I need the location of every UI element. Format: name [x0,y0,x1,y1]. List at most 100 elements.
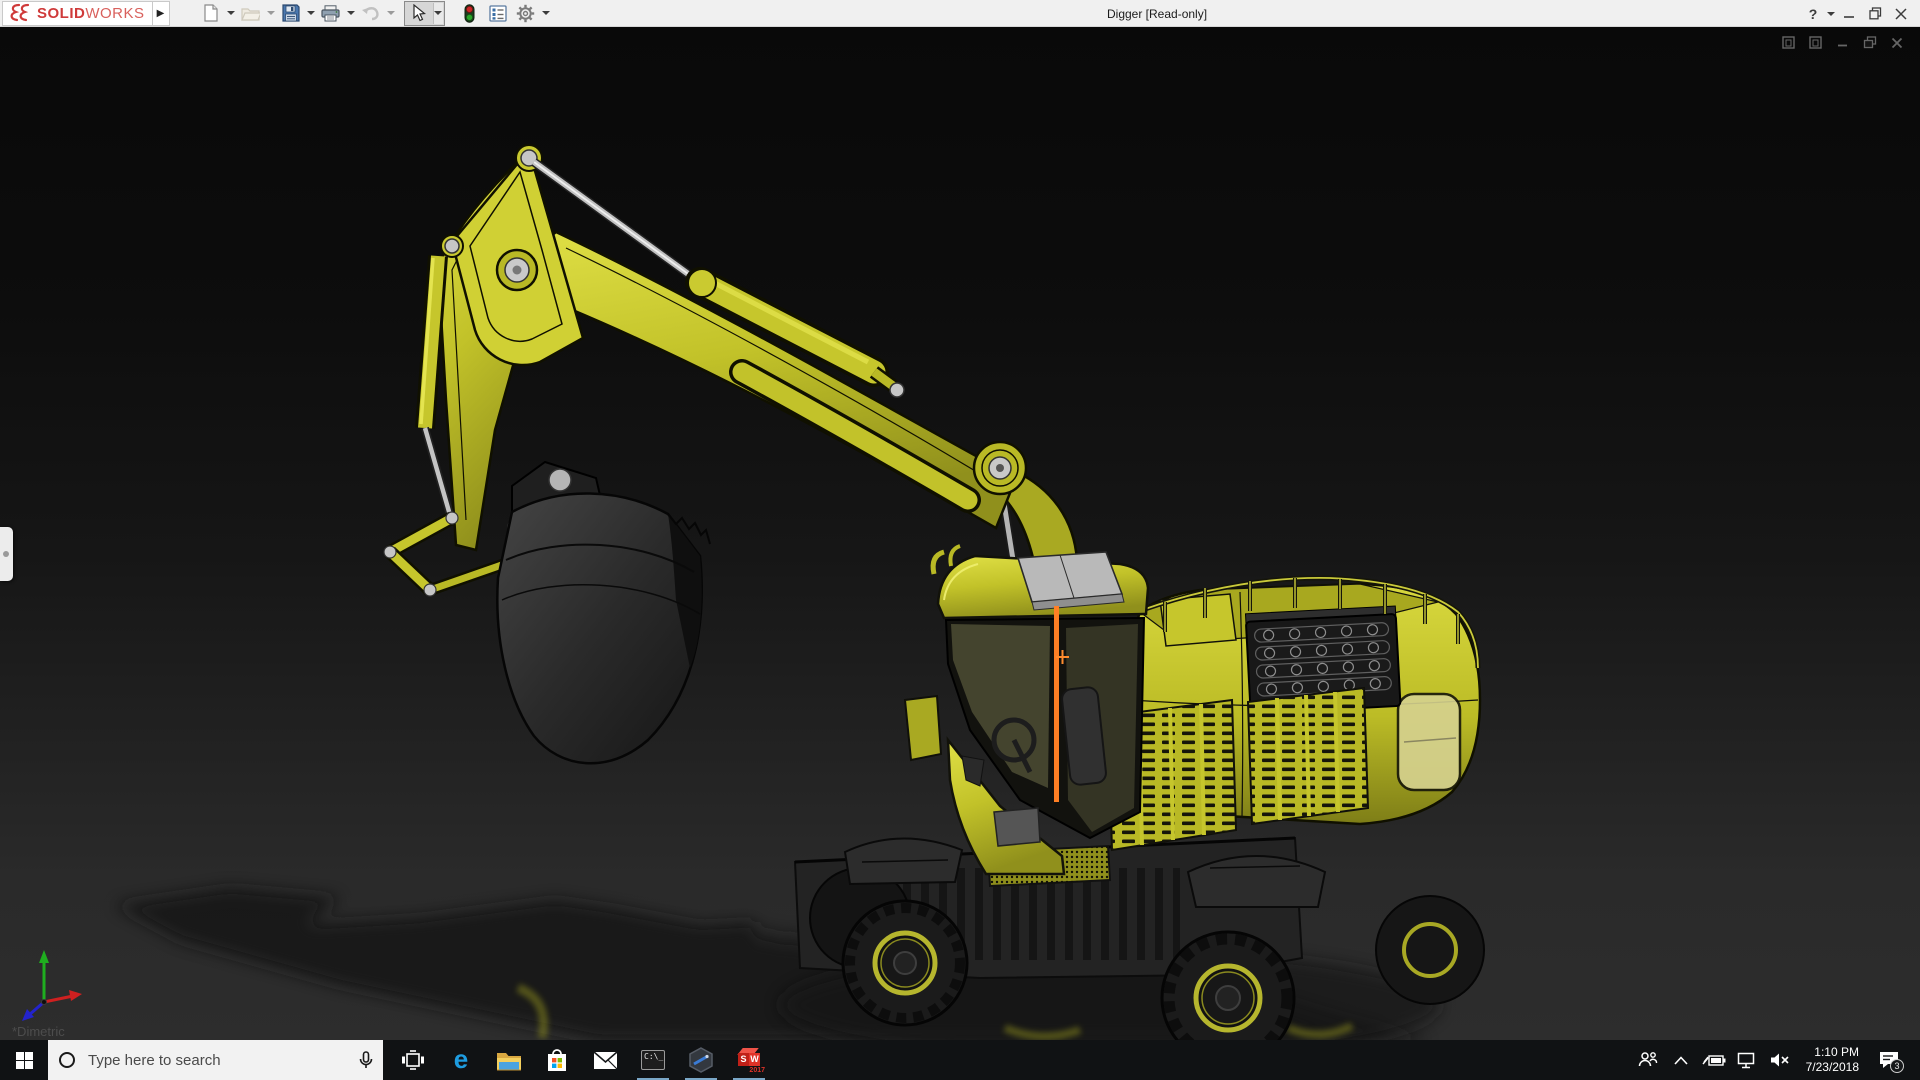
undo-arrow-icon [361,6,380,21]
open-button[interactable] [238,1,264,25]
volume-muted-icon [1770,1052,1790,1068]
volume-status[interactable] [1767,1040,1793,1080]
feature-panel-collapse-tab[interactable] [0,527,13,581]
taskbar: e C: [0,1040,1920,1080]
people-icon [1638,1051,1658,1069]
ds-logo-icon [7,3,37,23]
battery-status[interactable] [1701,1040,1727,1080]
solidworks-logo: SOLIDWORKS [2,1,153,26]
select-tool-group [404,1,445,26]
taskbar-icons: e C: [389,1040,773,1080]
windows-logo-icon [16,1052,33,1069]
edge-icon: e [454,1046,468,1072]
file-properties-icon [489,5,507,22]
action-center-button[interactable]: 3 [1872,1040,1906,1080]
mail-icon [593,1051,618,1070]
cab-step [905,696,941,760]
command-prompt-button[interactable]: C:\_ [629,1040,677,1080]
brand-works: WORKS [85,5,144,22]
cortana-icon [58,1051,76,1069]
model-canvas[interactable] [0,27,1920,1040]
help-button[interactable]: ? [1800,0,1826,27]
selected-edge-highlight[interactable] [1054,606,1059,802]
menu-expand-arrow[interactable]: ▶ [153,1,170,26]
edge-button[interactable]: e [437,1040,485,1080]
window-controls: ? [1800,0,1914,27]
boom-left-pin[interactable] [445,239,459,253]
rebuild-button[interactable] [457,1,483,25]
store-button[interactable] [533,1040,581,1080]
save-dropdown[interactable] [306,1,316,25]
mdi-doc-icon-1[interactable] [1781,35,1796,50]
orientation-triad [22,950,82,1021]
ethernet-icon [1737,1052,1757,1069]
start-button[interactable] [0,1040,48,1080]
search-input[interactable] [86,1051,359,1070]
open-dropdown[interactable] [266,1,276,25]
cab-handle [933,552,944,574]
system-tray: 1:10 PM 7/23/2018 3 [1635,1040,1920,1080]
save-floppy-icon [282,4,300,22]
store-icon [546,1048,568,1072]
view-orientation-label: *Dimetric [12,1024,65,1039]
3d-viewer-icon [688,1047,714,1073]
options-gear-icon [516,4,535,23]
minimize-icon [1843,8,1855,20]
task-view-icon [401,1050,425,1070]
options-button[interactable] [513,1,539,25]
brand-solid: SOLID [37,5,85,22]
battery-charging-icon [1702,1053,1726,1067]
cab[interactable] [905,546,1148,874]
microphone-icon[interactable] [359,1051,373,1070]
close-icon [1895,8,1907,20]
title-bar: SOLIDWORKS ▶ [0,0,1920,27]
open-folder-icon [241,5,260,21]
help-dropdown[interactable] [1826,2,1836,26]
quick-toolbar [198,1,551,26]
minimize-button[interactable] [1836,0,1862,27]
chevron-up-icon [1674,1056,1688,1065]
solidworks-2017-icon: S W 2017 [736,1047,762,1073]
new-document-icon [202,4,219,22]
options-dropdown[interactable] [541,1,551,25]
mdi-doc-icon-2[interactable] [1808,35,1823,50]
restore-icon [1869,7,1882,20]
notification-badge: 3 [1890,1059,1904,1073]
roof-ac-box[interactable] [1018,552,1124,610]
mail-button[interactable] [581,1040,629,1080]
network-status[interactable] [1734,1040,1760,1080]
bucket[interactable] [497,462,710,763]
taskbar-search[interactable] [48,1040,383,1080]
file-properties-button[interactable] [485,1,511,25]
print-button[interactable] [318,1,344,25]
document-title: Digger [Read-only] [1107,7,1207,21]
mdi-window-controls [1781,35,1904,50]
close-button[interactable] [1888,0,1914,27]
task-view-button[interactable] [389,1040,437,1080]
new-document-button[interactable] [198,1,224,25]
3d-viewer-button[interactable] [677,1040,725,1080]
select-tool-button[interactable] [406,1,432,25]
file-explorer-icon [496,1050,522,1071]
wheel-front-left[interactable] [843,901,967,1025]
tray-time: 1:10 PM [1814,1045,1859,1060]
save-button[interactable] [278,1,304,25]
tray-clock[interactable]: 1:10 PM 7/23/2018 [1800,1045,1865,1075]
file-explorer-button[interactable] [485,1040,533,1080]
graphics-viewport[interactable]: *Dimetric [0,27,1920,1040]
solidworks-2017-button[interactable]: S W 2017 [725,1040,773,1080]
undo-dropdown[interactable] [386,1,396,25]
mdi-minimize-icon[interactable] [1835,35,1850,50]
new-document-dropdown[interactable] [226,1,236,25]
tray-overflow-button[interactable] [1668,1040,1694,1080]
mdi-restore-icon[interactable] [1862,35,1877,50]
command-prompt-icon: C:\_ [641,1050,665,1070]
bucket-linkage[interactable] [384,512,516,596]
rebuild-traffic-light-icon [464,4,475,23]
people-button[interactable] [1635,1040,1661,1080]
print-dropdown[interactable] [346,1,356,25]
undo-button[interactable] [358,1,384,25]
mdi-close-icon[interactable] [1889,35,1904,50]
select-tool-dropdown[interactable] [433,3,443,24]
restore-button[interactable] [1862,0,1888,27]
